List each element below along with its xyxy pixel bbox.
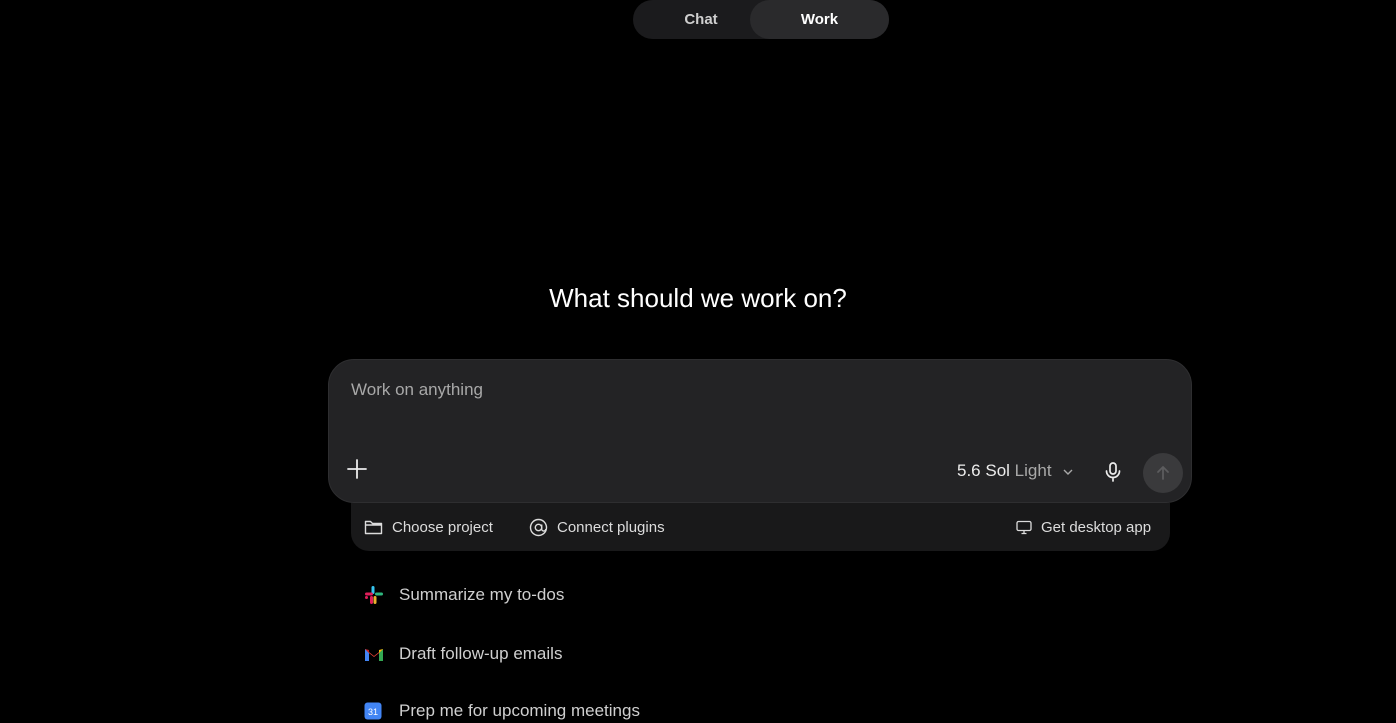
composer: 5.6 Sol Light xyxy=(328,359,1192,503)
microphone-icon xyxy=(1105,462,1121,482)
choose-project-button[interactable]: Choose project xyxy=(364,517,493,537)
calendar-icon-text: 31 xyxy=(368,707,378,717)
suggestion-label: Summarize my to-dos xyxy=(399,585,565,604)
mode-toggle: Chat Work xyxy=(633,0,889,39)
suggestion-label: Draft follow-up emails xyxy=(399,644,563,663)
slack-icon xyxy=(364,585,384,605)
suggestion-summarize-todos[interactable]: Summarize my to-dos xyxy=(364,583,564,607)
tab-chat[interactable]: Chat xyxy=(633,0,769,39)
get-desktop-app-button[interactable]: Get desktop app xyxy=(1016,517,1151,537)
add-attachment-button[interactable] xyxy=(345,457,369,481)
model-effort: Light xyxy=(1014,461,1052,480)
calendar-icon: 31 xyxy=(364,701,384,721)
choose-project-label: Choose project xyxy=(392,518,493,536)
connect-plugins-button[interactable]: Connect plugins xyxy=(529,517,665,537)
send-button[interactable] xyxy=(1143,453,1183,493)
chevron-down-icon xyxy=(1063,469,1073,475)
suggestion-prep-meetings[interactable]: 31 Prep me for upcoming meetings xyxy=(364,699,640,723)
suggestion-label: Prep me for upcoming meetings xyxy=(399,701,640,720)
gmail-icon xyxy=(364,644,384,664)
plus-icon xyxy=(347,459,367,479)
model-name: 5.6 Sol xyxy=(957,461,1010,480)
model-selector[interactable]: 5.6 Sol Light xyxy=(957,461,1074,483)
composer-tray: Choose project Connect plugins Get deskt… xyxy=(351,503,1170,551)
suggestion-draft-emails[interactable]: Draft follow-up emails xyxy=(364,642,562,666)
tab-work[interactable]: Work xyxy=(750,0,889,39)
get-desktop-app-label: Get desktop app xyxy=(1041,518,1152,536)
folder-icon xyxy=(364,520,383,535)
voice-input-button[interactable] xyxy=(1101,460,1125,484)
page-title: What should we work on? xyxy=(549,283,847,313)
arrow-up-icon xyxy=(1157,466,1169,480)
monitor-icon xyxy=(1016,520,1032,534)
connect-plugins-label: Connect plugins xyxy=(557,518,665,536)
plugin-icon xyxy=(529,518,548,536)
prompt-input[interactable] xyxy=(349,378,1153,422)
